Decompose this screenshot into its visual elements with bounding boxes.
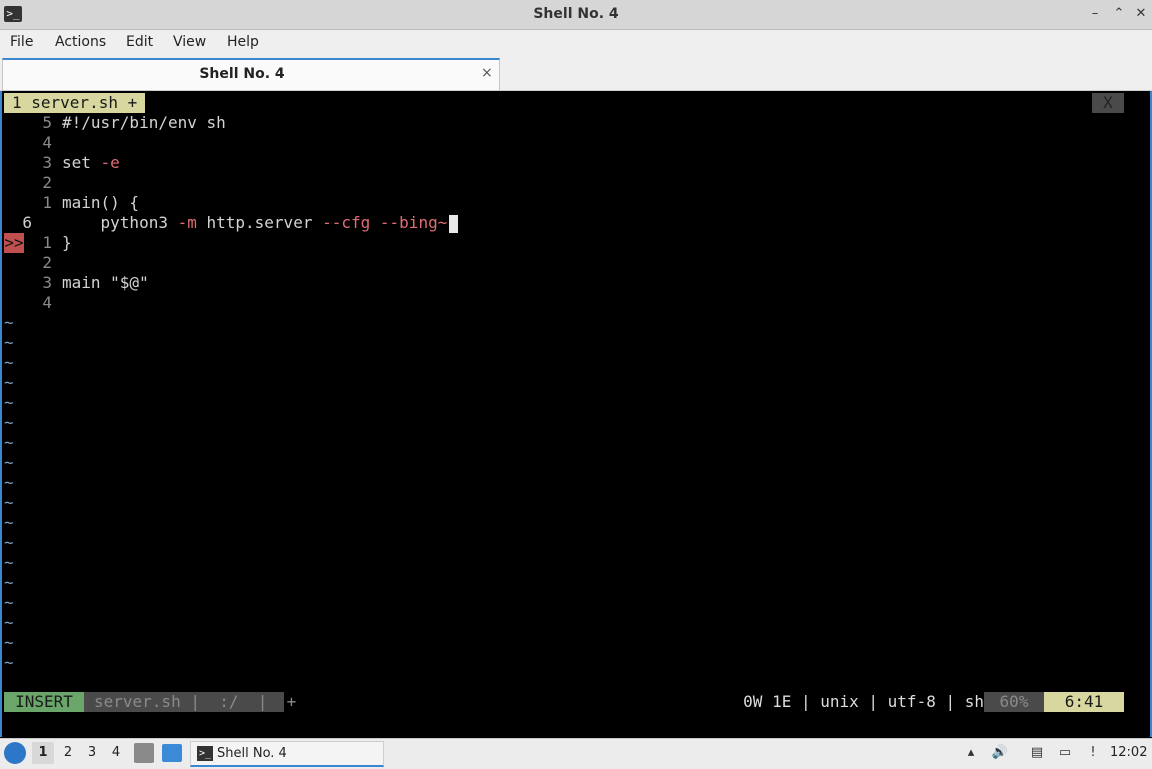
code-line: python3 -m http.server --cfg --bing~ bbox=[62, 213, 459, 233]
empty-line-tilde: ~ bbox=[4, 653, 14, 672]
code-line: } bbox=[62, 233, 72, 252]
vim-status-line: INSERT server.sh | :/ | + 0W 1E | unix |… bbox=[4, 692, 1124, 712]
workspace-1[interactable]: 1 bbox=[32, 742, 54, 764]
file-manager-icon[interactable] bbox=[134, 743, 154, 763]
close-button[interactable]: ✕ bbox=[1132, 5, 1150, 23]
menu-view[interactable]: View bbox=[173, 34, 206, 50]
empty-line-tilde: ~ bbox=[4, 533, 14, 552]
empty-line-tilde: ~ bbox=[4, 373, 14, 392]
line-number: 4 bbox=[42, 133, 52, 152]
line-number: 3 bbox=[42, 273, 52, 292]
menu-help[interactable]: Help bbox=[227, 34, 259, 50]
code-line: main "$@" bbox=[62, 273, 149, 292]
title-bar: >_ Shell No. 4 – ⌃ ✕ bbox=[0, 0, 1152, 30]
menu-edit[interactable]: Edit bbox=[126, 34, 153, 50]
line-number: 3 bbox=[42, 153, 52, 172]
empty-line-tilde: ~ bbox=[4, 393, 14, 412]
line-number: 2 bbox=[42, 173, 52, 192]
vim-cursor-position: 6:41 bbox=[1044, 692, 1124, 712]
code-line: main() { bbox=[62, 193, 140, 212]
workspace-2[interactable]: 2 bbox=[57, 742, 79, 764]
menu-bar: File Actions Edit View Help bbox=[0, 30, 1152, 56]
tab-label: Shell No. 4 bbox=[199, 66, 285, 82]
empty-line-tilde: ~ bbox=[4, 453, 14, 472]
text-cursor bbox=[449, 214, 459, 233]
empty-line-tilde: ~ bbox=[4, 433, 14, 452]
taskbar-window-button[interactable]: >_ Shell No. 4 bbox=[190, 741, 384, 767]
empty-line-tilde: ~ bbox=[4, 333, 14, 352]
window-title: Shell No. 4 bbox=[533, 6, 619, 22]
empty-line-tilde: ~ bbox=[4, 493, 14, 512]
vim-file-meta: 0W 1E | unix | utf-8 | sh bbox=[743, 692, 984, 711]
empty-line-tilde: ~ bbox=[4, 413, 14, 432]
error-sign-marker: >> bbox=[4, 233, 24, 253]
tab-bar: Shell No. 4 × bbox=[0, 56, 1152, 91]
taskbar: 1 2 3 4 >_ Shell No. 4 ▴ 🔊 ▤ ▭ ! 12:02 bbox=[0, 738, 1152, 769]
minimize-button[interactable]: – bbox=[1086, 5, 1104, 23]
network-icon[interactable]: ▭ bbox=[1056, 744, 1074, 762]
code-line: #!/usr/bin/env sh bbox=[62, 113, 226, 132]
notification-icon[interactable]: ! bbox=[1084, 744, 1102, 762]
clock: 12:02 bbox=[1110, 745, 1148, 760]
taskbar-window-label: Shell No. 4 bbox=[217, 746, 287, 761]
vim-file-info: server.sh | :/ | + bbox=[84, 692, 296, 712]
terminal-icon: >_ bbox=[197, 746, 213, 761]
show-desktop-icon[interactable] bbox=[162, 744, 182, 762]
line-number: 6 bbox=[22, 213, 32, 232]
empty-line-tilde: ~ bbox=[4, 593, 14, 612]
vim-mode-indicator: INSERT bbox=[4, 692, 84, 712]
empty-line-tilde: ~ bbox=[4, 573, 14, 592]
empty-line-tilde: ~ bbox=[4, 353, 14, 372]
empty-line-tilde: ~ bbox=[4, 633, 14, 652]
line-number: 1 bbox=[42, 193, 52, 212]
maximize-button[interactable]: ⌃ bbox=[1110, 5, 1128, 23]
empty-line-tilde: ~ bbox=[4, 513, 14, 532]
empty-line-tilde: ~ bbox=[4, 313, 14, 332]
line-number: 2 bbox=[42, 253, 52, 272]
empty-line-tilde: ~ bbox=[4, 613, 14, 632]
menu-actions[interactable]: Actions bbox=[55, 34, 106, 50]
volume-icon[interactable]: 🔊 bbox=[991, 744, 1009, 762]
menu-file[interactable]: File bbox=[10, 34, 33, 50]
workspace-4[interactable]: 4 bbox=[105, 742, 127, 764]
tab-close-icon[interactable]: × bbox=[481, 65, 493, 81]
tray-up-arrow-icon[interactable]: ▴ bbox=[962, 744, 980, 762]
vim-scroll-percent: 60% bbox=[984, 692, 1044, 712]
empty-line-tilde: ~ bbox=[4, 553, 14, 572]
terminal-area[interactable]: 1 server.sh + X 5 #!/usr/bin/env sh 4 3 set … bbox=[0, 91, 1152, 737]
clipboard-icon[interactable]: ▤ bbox=[1028, 744, 1046, 762]
vim-close-buffer-button[interactable]: X bbox=[1092, 93, 1124, 113]
line-number: 5 bbox=[42, 113, 52, 132]
code-line: set -e bbox=[62, 153, 120, 172]
workspace-3[interactable]: 3 bbox=[81, 742, 103, 764]
start-menu-icon[interactable] bbox=[4, 742, 26, 764]
empty-line-tilde: ~ bbox=[4, 473, 14, 492]
tab-shell-4[interactable]: Shell No. 4 × bbox=[2, 58, 500, 90]
line-number: 4 bbox=[42, 293, 52, 312]
vim-buffer-tab[interactable]: 1 server.sh + bbox=[4, 93, 146, 113]
